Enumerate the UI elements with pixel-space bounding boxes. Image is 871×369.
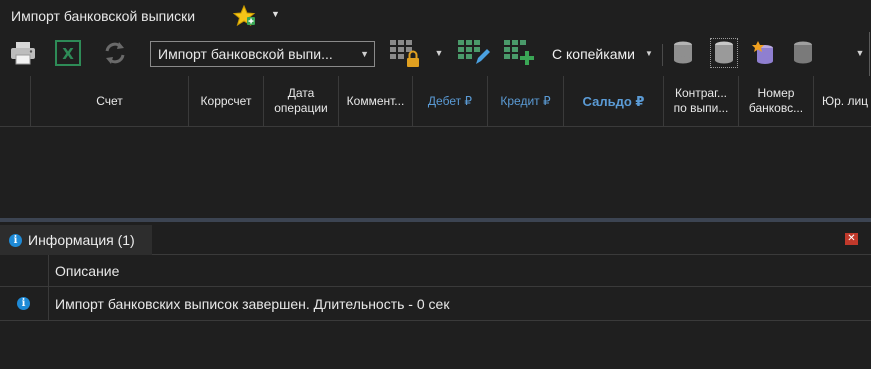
kopecks-chevron-down-icon[interactable]: ▼: [645, 49, 653, 58]
database-import-icon[interactable]: [751, 38, 777, 68]
messages-header: Описание: [0, 255, 871, 287]
excel-export-icon[interactable]: X: [53, 38, 83, 68]
grid-lock-dropdown-icon[interactable]: ▼: [434, 38, 444, 68]
column-operation-date[interactable]: Дата операции: [263, 76, 338, 126]
database-select-icon[interactable]: [710, 38, 738, 68]
database-clear-icon[interactable]: [790, 38, 816, 68]
message-text: Импорт банковских выписок завершен. Длит…: [48, 287, 871, 321]
database-icon[interactable]: [670, 38, 696, 68]
title-menu-caret-icon[interactable]: ▼: [271, 9, 280, 19]
svg-text:X: X: [62, 45, 74, 63]
tab-information-label: Информация (1): [28, 232, 135, 248]
column-balance[interactable]: Сальдо ₽: [563, 76, 663, 126]
column-account[interactable]: Счет: [30, 76, 188, 126]
column-debit[interactable]: Дебет ₽: [412, 76, 487, 126]
kopecks-dropdown[interactable]: С копейками: [552, 46, 635, 62]
refresh-icon[interactable]: [100, 38, 130, 68]
window-title: Импорт банковской выписки: [11, 8, 196, 24]
toolbar-edge: [869, 32, 870, 76]
title-bar: Импорт банковской выписки ▼: [0, 0, 871, 32]
bank-statement-combo-value: Импорт банковской выпи...: [158, 46, 333, 62]
info-panel-tabs: i Информация (1) ✕: [0, 222, 871, 255]
column-description[interactable]: Описание: [48, 255, 871, 287]
print-icon[interactable]: [8, 38, 38, 68]
column-bank-number[interactable]: Номер банковс...: [738, 76, 813, 126]
add-grid-icon[interactable]: [502, 38, 536, 68]
edit-grid-icon[interactable]: [456, 38, 490, 68]
statement-grid-body[interactable]: [0, 127, 871, 218]
favorite-star-icon[interactable]: [232, 4, 257, 27]
combo-chevron-down-icon[interactable]: ▼: [360, 42, 369, 66]
toolbar: X Импорт банковской выпи... ▼ ▼ С копейк…: [0, 32, 871, 76]
toolbar-separator: [662, 44, 663, 66]
bank-statement-combo[interactable]: Импорт банковской выпи... ▼: [150, 41, 375, 67]
lock-grid-icon[interactable]: [388, 38, 422, 68]
tab-information[interactable]: i Информация (1): [0, 225, 152, 255]
info-icon: i: [17, 297, 30, 310]
info-icon: i: [9, 233, 22, 247]
column-comment[interactable]: Коммент...: [338, 76, 412, 126]
info-messages-table: Описание i Импорт банковских выписок зав…: [0, 255, 871, 369]
column-credit[interactable]: Кредит ₽: [487, 76, 563, 126]
toolbar-overflow-icon[interactable]: ▼: [855, 38, 865, 68]
close-panel-icon[interactable]: ✕: [845, 233, 858, 245]
column-corr-account[interactable]: Коррсчет: [188, 76, 263, 126]
column-legal-entity[interactable]: Юр. лиц: [813, 76, 871, 126]
column-counterparty[interactable]: Контраг... по выпи...: [663, 76, 738, 126]
statement-grid-header: Счет Коррсчет Дата операции Коммент... Д…: [0, 76, 871, 127]
table-row[interactable]: i Импорт банковских выписок завершен. Дл…: [0, 287, 871, 321]
